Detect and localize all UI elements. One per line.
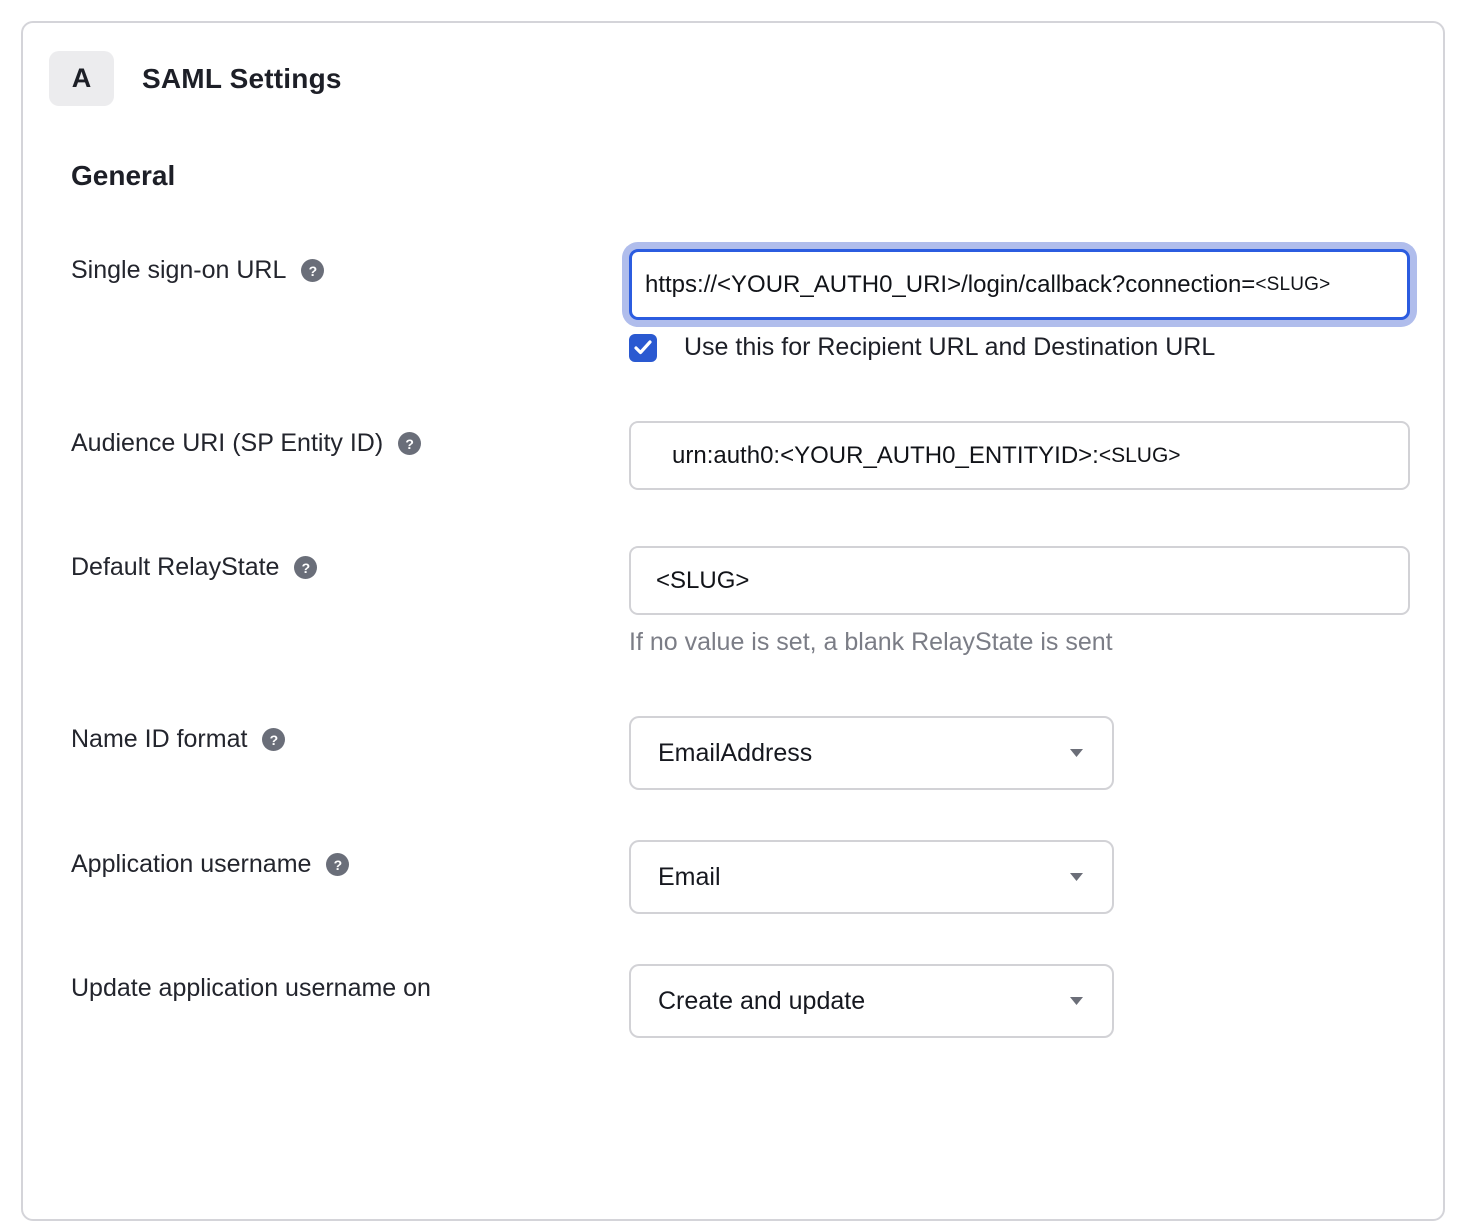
sso-url-value: https://<YOUR_AUTH0_URI>/login/callback?… bbox=[645, 271, 1255, 299]
application-username-dropdown[interactable]: Email bbox=[629, 840, 1114, 914]
panel-title: SAML Settings bbox=[142, 63, 342, 95]
help-icon[interactable]: ? bbox=[326, 853, 349, 876]
relay-state-helper-text: If no value is set, a blank RelayState i… bbox=[629, 628, 1113, 657]
audience-uri-label: Audience URI (SP Entity ID) bbox=[71, 429, 383, 458]
update-application-username-dropdown[interactable]: Create and update bbox=[629, 964, 1114, 1038]
caret-down-icon bbox=[1069, 996, 1084, 1006]
application-username-label-row: Application username ? bbox=[71, 850, 349, 879]
sso-url-input[interactable]: https://<YOUR_AUTH0_URI>/login/callback?… bbox=[629, 249, 1410, 320]
sso-url-value-slug: <SLUG> bbox=[1255, 274, 1330, 296]
name-id-format-label-row: Name ID format ? bbox=[71, 725, 285, 754]
audience-uri-value-slug: <SLUG> bbox=[1099, 444, 1181, 468]
help-icon[interactable]: ? bbox=[301, 259, 324, 282]
update-application-username-label-row: Update application username on bbox=[71, 974, 431, 1003]
name-id-format-dropdown[interactable]: EmailAddress bbox=[629, 716, 1114, 790]
name-id-format-value: EmailAddress bbox=[658, 739, 812, 768]
section-a-badge-letter: A bbox=[72, 63, 92, 94]
audience-uri-input[interactable]: urn:auth0:<YOUR_AUTH0_ENTITYID>:<SLUG> bbox=[629, 421, 1410, 490]
sso-url-label: Single sign-on URL bbox=[71, 256, 286, 285]
relay-state-value: <SLUG> bbox=[656, 567, 749, 595]
relay-state-label-row: Default RelayState ? bbox=[71, 553, 317, 582]
help-icon[interactable]: ? bbox=[262, 728, 285, 751]
recipient-url-checkbox[interactable] bbox=[629, 334, 657, 362]
application-username-value: Email bbox=[658, 863, 721, 892]
relay-state-label: Default RelayState bbox=[71, 553, 279, 582]
caret-down-icon bbox=[1069, 872, 1084, 882]
update-application-username-label: Update application username on bbox=[71, 974, 431, 1003]
help-icon[interactable]: ? bbox=[294, 556, 317, 579]
section-a-badge: A bbox=[49, 51, 114, 106]
audience-uri-value: urn:auth0:<YOUR_AUTH0_ENTITYID>: bbox=[672, 442, 1099, 470]
check-icon bbox=[634, 340, 652, 355]
update-application-username-value: Create and update bbox=[658, 987, 865, 1016]
audience-uri-label-row: Audience URI (SP Entity ID) ? bbox=[71, 429, 421, 458]
recipient-url-checkbox-label: Use this for Recipient URL and Destinati… bbox=[684, 333, 1215, 362]
caret-down-icon bbox=[1069, 748, 1084, 758]
general-section-heading: General bbox=[71, 160, 175, 192]
saml-settings-panel: A SAML Settings General Single sign-on U… bbox=[21, 21, 1445, 1221]
recipient-url-checkbox-row: Use this for Recipient URL and Destinati… bbox=[629, 333, 1215, 362]
sso-url-label-row: Single sign-on URL ? bbox=[71, 256, 324, 285]
relay-state-input[interactable]: <SLUG> bbox=[629, 546, 1410, 615]
application-username-label: Application username bbox=[71, 850, 311, 879]
help-icon[interactable]: ? bbox=[398, 432, 421, 455]
name-id-format-label: Name ID format bbox=[71, 725, 247, 754]
